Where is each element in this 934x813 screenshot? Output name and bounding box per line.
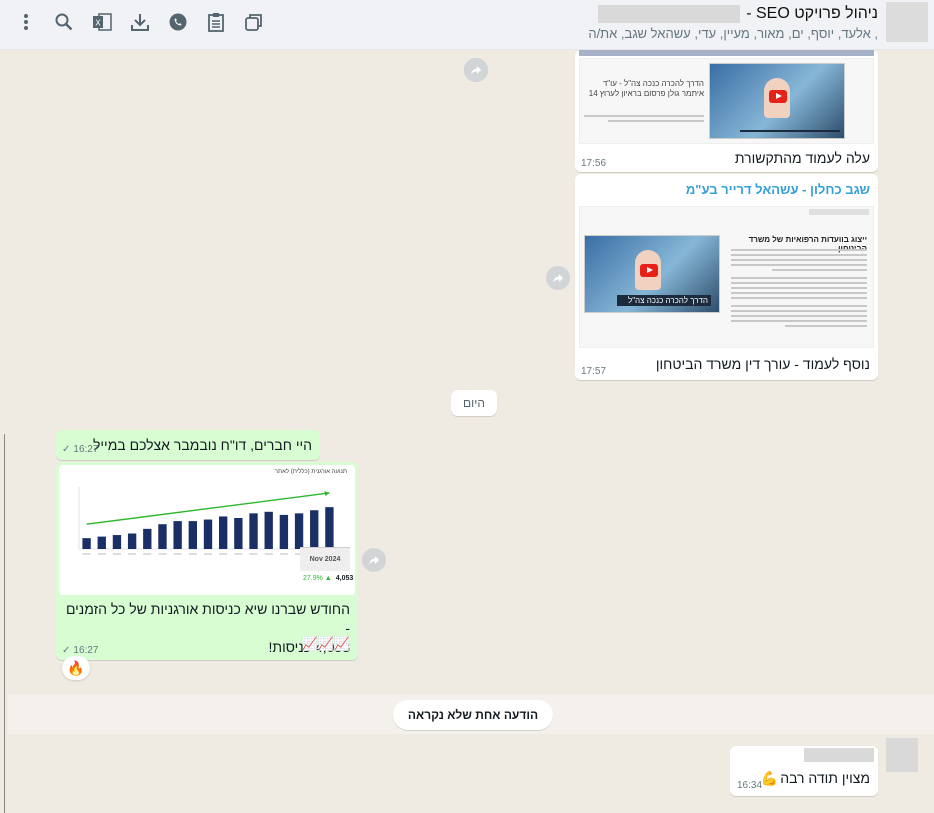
link-preview-m2[interactable]: ייצוג בוועדות הרפואיות של משרד הביטחון ה…: [579, 206, 874, 348]
search-icon[interactable]: [52, 10, 76, 34]
chart-bar: [127, 533, 137, 549]
video-banner: [740, 130, 840, 132]
redacted-block: [598, 5, 741, 23]
chat-title-area[interactable]: ניהול פרויקט SEO - , אלעד, יוסף, ים, מאו…: [588, 5, 878, 41]
group-avatar[interactable]: [886, 2, 928, 42]
chart-bar: [82, 538, 91, 549]
more-vert-icon[interactable]: [14, 10, 38, 34]
message-bubble-m5[interactable]: מצוין תודה רבה 💪 16:34: [730, 746, 878, 796]
trend-arrowhead: [324, 490, 330, 496]
sender-avatar[interactable]: [886, 738, 918, 772]
chart-bar: [158, 524, 167, 549]
chart-bar: [294, 513, 304, 549]
group-title: ניהול פרויקט SEO -: [746, 5, 878, 22]
link-preview-m1[interactable]: הדרך להכרה כנכה צה"ל - עו"ד איתמר גולן פ…: [579, 58, 874, 144]
chart-bar: [279, 514, 289, 549]
check-icon: ✓: [62, 444, 71, 455]
chart-summary: 27.9% ▲ 4,053: [303, 575, 353, 582]
unread-indicator: הודעה אחת שלא נקראה: [393, 700, 553, 730]
message-time: 16:27: [73, 645, 99, 656]
group-title-row: ניהול פרויקט SEO -: [588, 5, 878, 23]
excel-icon[interactable]: X: [90, 10, 114, 34]
chart-change: 27.9% ▲: [303, 575, 332, 582]
copy-windows-icon[interactable]: [242, 10, 266, 34]
video-banner: הדרך להכרה כנכה צה"ל: [617, 295, 711, 306]
chart-bar: [173, 521, 182, 549]
message-bubble-m4[interactable]: תנועה אורגנית (כללית) לאתר Nov 2024 27.9…: [56, 462, 358, 660]
message-bubble-m3[interactable]: היי חברים, דו"ח נובמבר אצלכם במייל ✓ 16:…: [56, 430, 320, 460]
svg-text:X: X: [95, 19, 101, 28]
chart-bar: [249, 513, 258, 549]
chart-bar: [234, 518, 243, 549]
sender-name: שגב כחלון - עשהאל דרייר בע"מ: [685, 182, 870, 197]
chart-bar: [264, 511, 273, 549]
message-meta: ✓ 16:27: [62, 444, 98, 455]
message-text: עלה לעמוד מהתקשורת: [734, 150, 870, 166]
video-thumbnail[interactable]: הדרך להכרה כנכה צה"ל: [584, 235, 720, 313]
message-text-row: מצוין תודה רבה 💪: [761, 770, 870, 787]
youtube-play-icon[interactable]: [640, 264, 658, 277]
chat-area: הדרך להכרה כנכה צה"ל - עו"ד איתמר גולן פ…: [0, 50, 934, 813]
forward-icon[interactable]: [464, 58, 488, 82]
participants-row: , אלעד, יוסף, ים, מאור, מעיין, עדי, עשהא…: [588, 26, 878, 41]
message-group-rule: [4, 434, 5, 813]
chart-bar: [97, 536, 106, 549]
chart-bar: [203, 519, 213, 549]
chart-title: תנועה אורגנית (כללית) לאתר: [274, 469, 347, 475]
clipboard-icon[interactable]: [204, 10, 228, 34]
preview-body-lines: [731, 249, 867, 330]
trend-line: [86, 492, 330, 525]
chart-bar: [310, 510, 319, 549]
message-time: 17:56: [581, 158, 607, 169]
chart-bar: [112, 535, 122, 549]
chart-bar: [219, 516, 228, 549]
preview-heading: הדרך להכרה כנכה צה"ל - עו"ד איתמר גולן פ…: [588, 79, 704, 98]
forward-icon[interactable]: [546, 266, 570, 290]
chart-bar: [325, 507, 334, 549]
whatsapp-icon[interactable]: [166, 10, 190, 34]
message-meta: ✓ 16:27: [62, 645, 98, 656]
report-image[interactable]: תנועה אורגנית (כללית) לאתר Nov 2024 27.9…: [59, 465, 355, 595]
message-emoji: 💪: [760, 770, 779, 786]
chart-bar: [143, 528, 152, 549]
redacted-sender: [804, 748, 874, 762]
preview-body-lines: [584, 115, 704, 125]
message-time: 16:34: [737, 780, 763, 791]
message-bubble-m1[interactable]: הדרך להכרה כנכה צה"ל - עו"ד איתמר גולן פ…: [575, 50, 878, 172]
chart-bar: [188, 521, 197, 549]
message-text: נוסף לעמוד - עורך דין משרד הביטחון: [655, 356, 870, 372]
header-toolbar: X: [14, 10, 266, 34]
message-text-line-1: החודש שברנו שיא כניסות אורגניות של כל הז…: [65, 601, 350, 636]
chart-total: 4,053: [335, 575, 354, 582]
message-emoji: 📈📈📈: [301, 636, 350, 651]
chat-header: X ניהול פרויקט SEO - , אלעד, יוסף, ים, מ…: [0, 0, 934, 50]
check-icon: ✓: [62, 645, 71, 656]
date-separator: היום: [451, 390, 497, 416]
message-time: 17:57: [581, 366, 607, 377]
download-icon[interactable]: [128, 10, 152, 34]
preview-top-strip: [579, 50, 874, 56]
reaction-badge[interactable]: 🔥: [62, 656, 90, 680]
preview-nav: [809, 209, 869, 215]
youtube-play-icon[interactable]: [769, 90, 787, 103]
message-text: היי חברים, דו"ח נובמבר אצלכם במייל: [93, 437, 312, 453]
participants-list: , אלעד, יוסף, ים, מאור, מעיין, עדי, עשהא…: [588, 26, 878, 41]
message-time: 16:27: [73, 444, 99, 455]
message-text: מצוין תודה רבה: [780, 770, 870, 786]
forward-icon[interactable]: [362, 548, 386, 572]
message-bubble-m2[interactable]: שגב כחלון - עשהאל דרייר בע"מ ייצוג בוועד…: [575, 174, 878, 380]
video-thumbnail[interactable]: [709, 63, 845, 139]
chart-month-tab: Nov 2024: [300, 547, 350, 571]
